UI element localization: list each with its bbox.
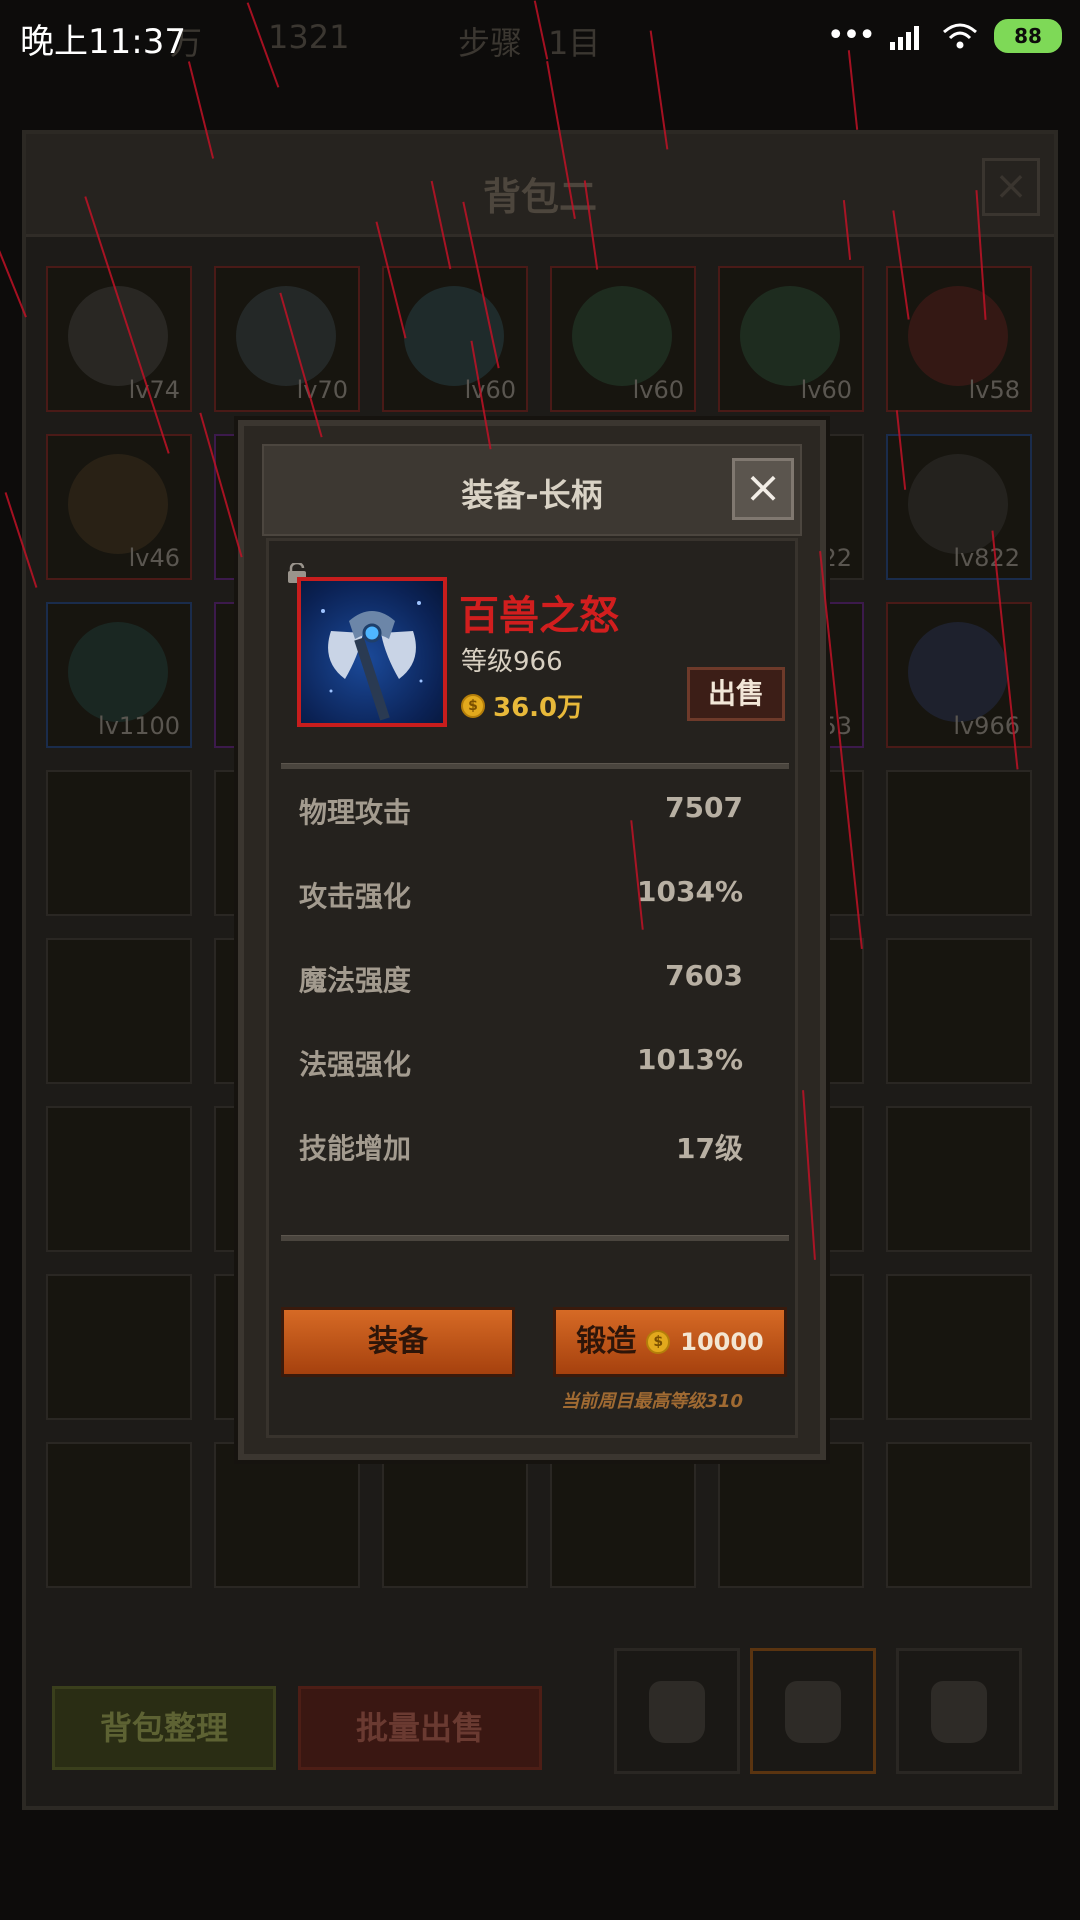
bag-slot-empty[interactable] [46, 770, 192, 916]
divider [281, 1235, 789, 1241]
dialog-title: 装备-长柄 [461, 476, 603, 514]
stat-label: 攻击强化 [299, 880, 412, 913]
bag-slot-empty[interactable] [214, 1442, 360, 1588]
bag-slot[interactable]: lv822 [886, 434, 1032, 580]
equip-button[interactable]: 装备 [281, 1307, 515, 1377]
polearm-axe-icon [321, 601, 423, 721]
stat-label: 技能增加 [299, 1132, 412, 1165]
dialog-body: 百兽之怒 等级966 $ 36.0万 出售 物理攻击 7507 攻击强化 103… [266, 538, 798, 1438]
sell-button[interactable]: 出售 [687, 667, 785, 721]
max-level-hint: 当前周目最高等级310 [561, 1391, 743, 1412]
bag-tab-3[interactable] [896, 1648, 1022, 1774]
batch-sell-button[interactable]: 批量出售 [298, 1686, 542, 1770]
bag-slot-empty[interactable] [550, 1442, 696, 1588]
forge-label: 锻造 [576, 1324, 637, 1359]
status-icons: ••• 88 [827, 18, 1062, 53]
bag-slot[interactable]: lv74 [46, 266, 192, 412]
equipment-dialog: 装备-长柄 × 百兽之怒 等级966 $ 36.0万 出售 物理攻击 7507 … [238, 420, 826, 1460]
backpack-icon [785, 1681, 841, 1743]
backpack-icon [931, 1681, 987, 1743]
dialog-header: 装备-长柄 × [262, 444, 802, 536]
bag-tab-2[interactable] [750, 1648, 876, 1774]
stat-value: 17级 [676, 1132, 743, 1165]
bag-slot[interactable]: lv60 [550, 266, 696, 412]
bag-slot[interactable]: lv966 [886, 602, 1032, 748]
stat-label: 法强强化 [299, 1048, 412, 1081]
stat-label: 物理攻击 [299, 796, 412, 829]
item-price-row: $ 36.0万 [461, 687, 583, 724]
bag-title: 背包二 [482, 175, 597, 219]
stat-label: 魔法强度 [299, 964, 412, 997]
wifi-icon [943, 23, 977, 48]
bag-slot-empty[interactable] [886, 938, 1032, 1084]
item-price: 36.0万 [493, 693, 584, 723]
stat-value: 1034% [637, 875, 743, 908]
forge-button[interactable]: 锻造 $ 10000 [553, 1307, 787, 1377]
stat-row: 魔法强度 7603 [299, 959, 743, 1003]
bag-slot-empty[interactable] [886, 1106, 1032, 1252]
gold-coin-icon: $ [461, 693, 485, 718]
item-icon-frame[interactable] [297, 577, 447, 727]
stat-value: 7603 [665, 959, 743, 992]
status-time: 晚上11:37 [20, 22, 186, 62]
bag-slot[interactable]: lv60 [382, 266, 528, 412]
bag-slot-empty[interactable] [46, 938, 192, 1084]
bag-slot[interactable]: lv70 [214, 266, 360, 412]
bag-slot-empty[interactable] [886, 1442, 1032, 1588]
stat-row: 攻击强化 1034% [299, 875, 743, 919]
sort-bag-button[interactable]: 背包整理 [52, 1686, 276, 1770]
item-name: 百兽之怒 [459, 593, 619, 639]
stat-value: 7507 [665, 791, 743, 824]
status-bar: 晚上11:37 ••• 88 [0, 0, 1080, 78]
stat-row: 法强强化 1013% [299, 1043, 743, 1087]
bag-slot-empty[interactable] [886, 770, 1032, 916]
bag-slot-empty[interactable] [718, 1442, 864, 1588]
bag-slot-empty[interactable] [46, 1442, 192, 1588]
battery-icon: 88 [994, 18, 1062, 53]
bag-slot-empty[interactable] [46, 1274, 192, 1420]
bag-title-bar: 背包二 × [26, 134, 1054, 237]
bag-slot[interactable]: lv1100 [46, 602, 192, 748]
stat-value: 1013% [637, 1043, 743, 1076]
stat-row: 物理攻击 7507 [299, 791, 743, 835]
bag-tab-1[interactable] [614, 1648, 740, 1774]
bag-close-icon[interactable]: × [982, 158, 1040, 216]
stat-row: 技能增加 17级 [299, 1127, 743, 1171]
forge-cost: 10000 [680, 1328, 764, 1356]
more-dots-icon: ••• [826, 18, 876, 53]
divider [281, 763, 789, 769]
gold-coin-icon: $ [646, 1330, 671, 1354]
bag-slot-empty[interactable] [382, 1442, 528, 1588]
bag-slot-empty[interactable] [886, 1274, 1032, 1420]
bag-slot[interactable]: lv60 [718, 266, 864, 412]
item-level: 等级966 [461, 647, 563, 677]
backpack-icon [649, 1681, 705, 1743]
bag-slot[interactable]: lv46 [46, 434, 192, 580]
bag-slot[interactable]: lv58 [886, 266, 1032, 412]
bag-slot-empty[interactable] [46, 1106, 192, 1252]
signal-icon [890, 25, 919, 50]
dialog-close-button[interactable]: × [732, 458, 794, 520]
